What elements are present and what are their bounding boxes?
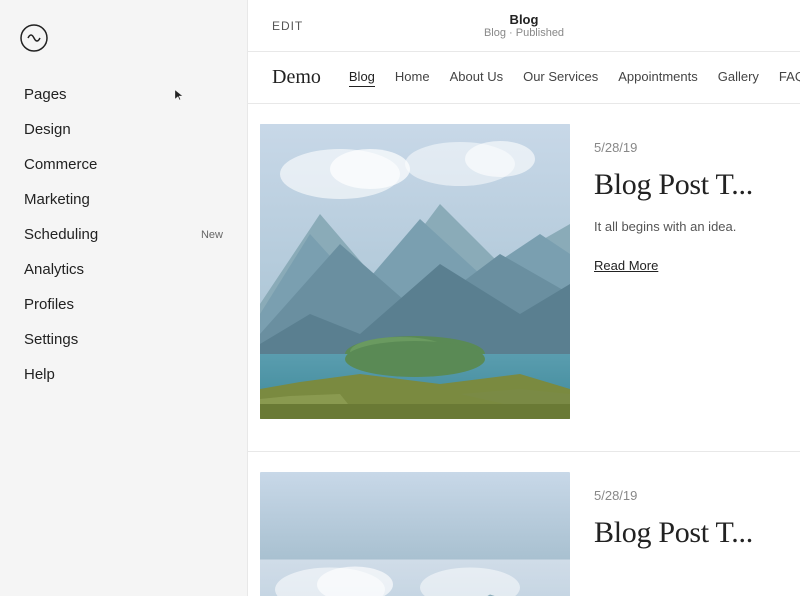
post-1-image <box>260 124 570 419</box>
edit-label: EDIT <box>272 19 303 33</box>
cursor-icon <box>173 88 187 102</box>
sidebar-item-label: Pages <box>24 86 67 103</box>
sidebar-item-label: Scheduling <box>24 226 98 243</box>
nav-item-services[interactable]: Our Services <box>523 69 598 86</box>
nav-item-gallery[interactable]: Gallery <box>718 69 759 86</box>
topbar-center: Blog Blog · Published <box>484 12 564 39</box>
sidebar-item-label: Profiles <box>24 296 74 313</box>
sidebar: Pages Design Commerce Marketing Scheduli… <box>0 0 248 596</box>
sidebar-navigation: Pages Design Commerce Marketing Scheduli… <box>0 77 247 392</box>
post-1-title: Blog Post T... <box>594 167 780 203</box>
app-logo-icon <box>20 24 48 52</box>
sidebar-item-label: Commerce <box>24 156 97 173</box>
sidebar-logo <box>0 16 247 77</box>
sidebar-item-label: Help <box>24 366 55 383</box>
sidebar-item-label: Marketing <box>24 191 90 208</box>
site-logo: Demo <box>272 66 321 89</box>
post-1-date: 5/28/19 <box>594 140 780 155</box>
post-1-scene <box>260 124 570 419</box>
blog-content: 5/28/19 Blog Post T... It all begins wit… <box>248 104 800 596</box>
blog-subtitle: Blog · Published <box>484 27 564 39</box>
post-2-scene <box>260 472 570 596</box>
site-navigation: Demo Blog Home About Us Our Services App… <box>248 52 800 104</box>
post-2-date: 5/28/19 <box>594 488 780 503</box>
post-2-image <box>260 472 570 596</box>
sidebar-item-label: Analytics <box>24 261 84 278</box>
nav-item-blog[interactable]: Blog <box>349 69 375 87</box>
sidebar-item-commerce[interactable]: Commerce <box>0 147 247 182</box>
sidebar-item-design[interactable]: Design <box>0 112 247 147</box>
post-2-info: 5/28/19 Blog Post T... <box>570 472 800 565</box>
sidebar-item-settings[interactable]: Settings <box>0 322 247 357</box>
blog-title: Blog <box>484 12 564 27</box>
nav-item-about[interactable]: About Us <box>450 69 503 86</box>
blog-posts-list: 5/28/19 Blog Post T... It all begins wit… <box>248 104 800 596</box>
nav-item-appointments[interactable]: Appointments <box>618 69 698 86</box>
sidebar-item-marketing[interactable]: Marketing <box>0 182 247 217</box>
sidebar-item-help[interactable]: Help <box>0 357 247 392</box>
sidebar-item-label: Design <box>24 121 71 138</box>
nav-item-home[interactable]: Home <box>395 69 430 86</box>
sidebar-item-analytics[interactable]: Analytics <box>0 252 247 287</box>
sidebar-item-pages[interactable]: Pages <box>0 77 247 112</box>
post-1-read-more[interactable]: Read More <box>594 258 658 273</box>
blog-post-2: 5/28/19 Blog Post T... <box>248 472 800 596</box>
sidebar-item-scheduling[interactable]: Scheduling New <box>0 217 247 252</box>
nav-item-faqs[interactable]: FAQs <box>779 69 800 86</box>
post-2-title: Blog Post T... <box>594 515 780 551</box>
sidebar-item-profiles[interactable]: Profiles <box>0 287 247 322</box>
sidebar-item-label: Settings <box>24 331 78 348</box>
blog-post-1: 5/28/19 Blog Post T... It all begins wit… <box>248 124 800 452</box>
post-1-excerpt: It all begins with an idea. <box>594 217 780 237</box>
new-badge: New <box>201 229 223 241</box>
topbar: EDIT Blog Blog · Published <box>248 0 800 52</box>
main-content: EDIT Blog Blog · Published Demo Blog Hom… <box>248 0 800 596</box>
post-1-info: 5/28/19 Blog Post T... It all begins wit… <box>570 124 800 275</box>
